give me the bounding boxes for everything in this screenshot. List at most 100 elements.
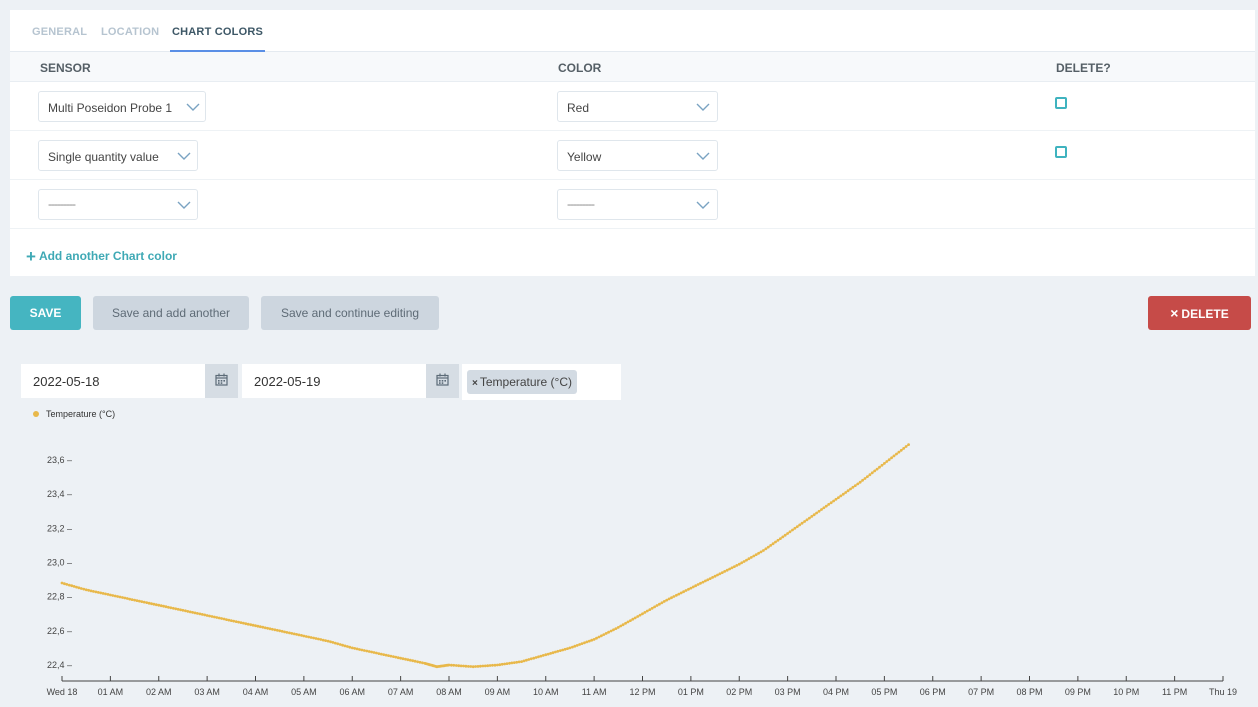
add-chart-color-link[interactable]: + Add another Chart color xyxy=(26,247,177,267)
data-point xyxy=(655,604,659,607)
tab-location[interactable]: LOCATION xyxy=(101,26,159,38)
x-tick-label: 04 AM xyxy=(243,687,269,697)
remove-tag-icon[interactable]: × xyxy=(472,378,478,389)
data-point xyxy=(539,654,543,658)
data-point xyxy=(616,626,620,629)
data-point xyxy=(145,601,149,604)
y-tick-label: 22,4 – xyxy=(47,660,72,670)
end-date-calendar-button[interactable] xyxy=(426,364,459,398)
data-point xyxy=(892,454,896,458)
data-point xyxy=(626,620,630,624)
data-point xyxy=(87,588,90,592)
close-icon: × xyxy=(1170,305,1179,321)
data-point xyxy=(723,570,727,573)
x-tick-label: 10 PM xyxy=(1113,687,1139,697)
x-tick-label: 10 AM xyxy=(533,687,559,697)
data-point xyxy=(447,663,451,667)
data-point xyxy=(786,532,789,535)
data-point xyxy=(839,494,843,498)
x-tick-label: 02 PM xyxy=(726,687,752,697)
data-point xyxy=(747,557,751,561)
data-point xyxy=(546,652,550,656)
data-point xyxy=(716,573,719,577)
data-point xyxy=(474,665,477,668)
data-point xyxy=(793,526,797,530)
data-point xyxy=(704,579,707,583)
data-point xyxy=(288,631,291,635)
data-point xyxy=(595,636,598,640)
save-and-add-another-button[interactable]: Save and add another xyxy=(93,296,249,330)
data-point xyxy=(290,632,294,635)
save-and-continue-button[interactable]: Save and continue editing xyxy=(261,296,439,330)
data-point xyxy=(551,651,555,655)
data-point xyxy=(70,584,74,588)
data-point xyxy=(614,627,618,630)
data-point xyxy=(846,489,850,493)
data-point xyxy=(658,602,661,606)
series-line xyxy=(61,444,909,668)
data-point xyxy=(198,612,202,616)
data-point xyxy=(365,649,369,653)
data-point xyxy=(222,617,226,621)
data-point xyxy=(578,643,581,646)
data-point xyxy=(776,538,780,542)
x-tick-label: 04 PM xyxy=(823,687,849,697)
data-point xyxy=(314,637,318,640)
data-point xyxy=(822,506,826,510)
x-tick-label: 08 AM xyxy=(436,687,462,697)
data-point xyxy=(766,545,770,549)
data-point xyxy=(350,646,354,650)
data-point xyxy=(795,525,799,528)
data-point xyxy=(670,596,673,600)
data-point xyxy=(684,589,688,592)
sensor-select[interactable]: Single quantity value xyxy=(38,140,198,171)
data-point xyxy=(413,659,417,663)
data-point xyxy=(394,655,398,659)
start-date-calendar-button[interactable] xyxy=(205,364,238,398)
data-point xyxy=(179,608,182,612)
data-point xyxy=(133,598,137,602)
color-select[interactable]: Red xyxy=(557,91,718,122)
data-point xyxy=(162,604,166,608)
data-point xyxy=(191,611,195,614)
data-point xyxy=(529,657,533,661)
data-point xyxy=(621,623,625,627)
data-point xyxy=(65,583,69,586)
end-date-input[interactable]: 2022-05-19 xyxy=(242,364,426,398)
delete-checkbox[interactable] xyxy=(1055,97,1067,109)
data-point xyxy=(92,590,95,593)
data-point xyxy=(239,621,243,624)
sensor-select[interactable]: --------- xyxy=(38,189,198,220)
sensor-tag: × Temperature (°C) xyxy=(467,370,577,394)
data-point xyxy=(522,659,526,663)
tab-general[interactable]: GENERAL xyxy=(32,26,87,38)
color-select[interactable]: --------- xyxy=(557,189,718,220)
x-tick-label: 01 PM xyxy=(678,687,704,697)
data-point xyxy=(106,593,110,596)
data-point xyxy=(292,632,296,636)
data-point xyxy=(116,595,119,598)
tab-bar: GENERAL LOCATION CHART COLORS xyxy=(10,10,1255,52)
data-point xyxy=(677,592,681,596)
tab-chart-colors[interactable]: CHART COLORS xyxy=(172,26,263,38)
delete-checkbox[interactable] xyxy=(1055,146,1067,158)
data-point xyxy=(118,595,122,599)
save-button[interactable]: SAVE xyxy=(10,296,81,330)
data-point xyxy=(406,658,410,662)
data-point xyxy=(863,477,867,480)
data-point xyxy=(808,516,811,520)
data-point xyxy=(186,610,190,613)
data-point xyxy=(338,643,342,646)
sensor-tag-input[interactable]: × Temperature (°C) xyxy=(462,364,621,400)
data-point xyxy=(280,629,284,633)
start-date-input[interactable]: 2022-05-18 xyxy=(21,364,205,398)
data-point xyxy=(154,603,158,607)
chevron-down-icon xyxy=(177,201,191,209)
delete-button[interactable]: × DELETE xyxy=(1148,296,1251,330)
color-select[interactable]: Yellow xyxy=(557,140,718,171)
data-point xyxy=(101,592,105,595)
data-point xyxy=(254,624,257,628)
table-row: --------- --------- xyxy=(10,180,1255,229)
sensor-tag-label: Temperature (°C) xyxy=(479,375,572,389)
sensor-select[interactable]: Multi Poseidon Probe 1 xyxy=(38,91,206,122)
